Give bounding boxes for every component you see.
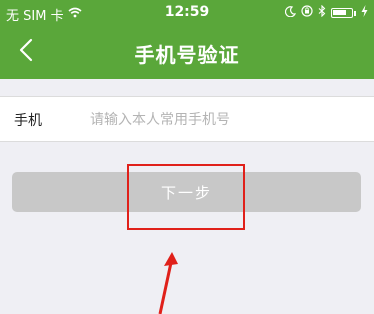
battery-tip: [354, 10, 356, 16]
navigation-bar: 手机号验证: [0, 26, 374, 79]
rotation-lock-icon: [301, 5, 313, 21]
page-title: 手机号验证: [134, 43, 240, 67]
phone-number-input[interactable]: [88, 105, 362, 135]
phone-input-label: 手机: [14, 113, 42, 129]
phone-input-row: 手机: [0, 96, 374, 142]
status-right: [284, 4, 368, 21]
charging-icon: [361, 5, 368, 21]
phone-verification-screen: 无 SIM 卡 12:59 手机号验证 手机 请输入本人常用手机号 下一步: [0, 0, 374, 314]
status-bar: 无 SIM 卡 12:59: [0, 0, 374, 26]
bluetooth-icon: [318, 4, 326, 21]
battery-icon: [331, 8, 353, 18]
annotation-highlight-box: [127, 164, 245, 230]
moon-icon: [284, 5, 297, 21]
annotation-arrow-icon: [150, 250, 190, 314]
